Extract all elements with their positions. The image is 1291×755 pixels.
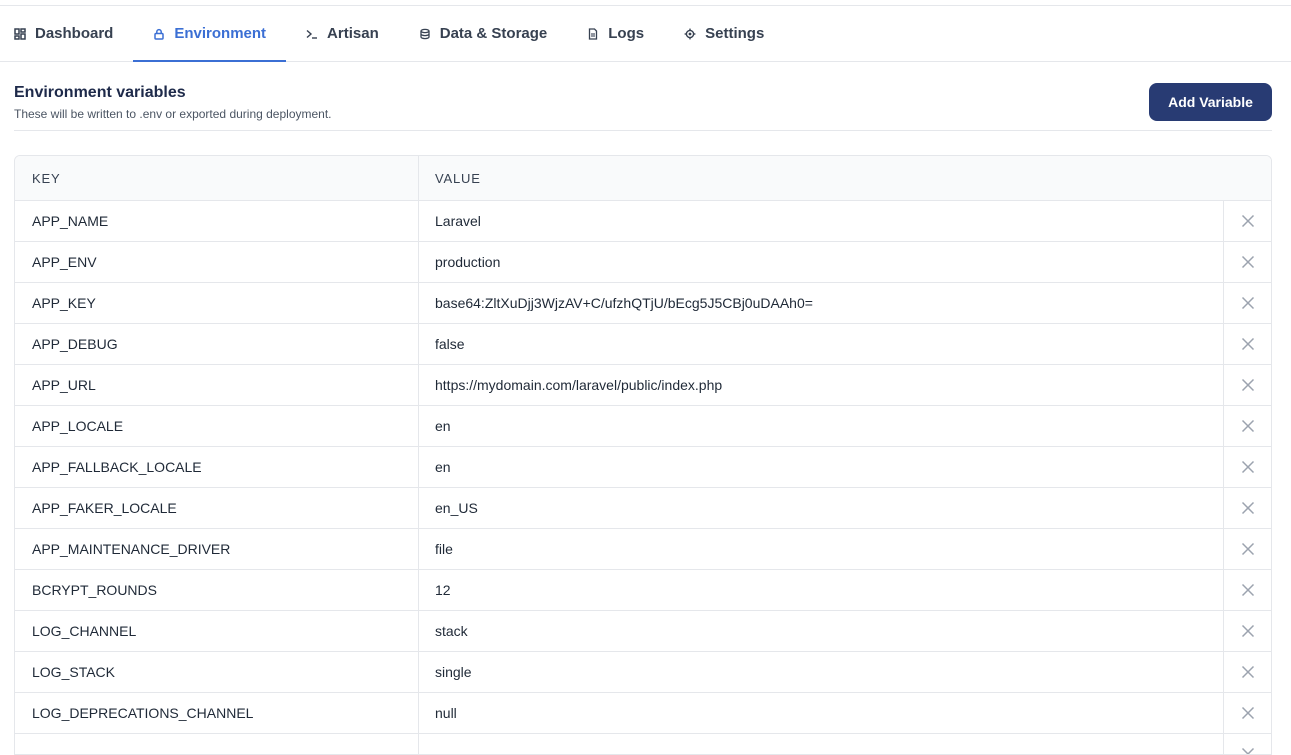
variable-key[interactable]: APP_NAME: [15, 201, 419, 241]
tab-environment-label: Environment: [174, 25, 266, 42]
row-actions: [1224, 693, 1271, 733]
gear-icon: [684, 28, 696, 40]
row-actions: [1224, 529, 1271, 569]
table-row: APP_URLhttps://mydomain.com/laravel/publ…: [15, 365, 1271, 406]
table-row: BCRYPT_ROUNDS12: [15, 570, 1271, 611]
variable-key[interactable]: APP_LOCALE: [15, 406, 419, 446]
row-actions: [1224, 406, 1271, 446]
row-actions: [1224, 652, 1271, 692]
document-icon: [587, 28, 599, 40]
variable-key[interactable]: LOG_STACK: [15, 652, 419, 692]
variable-value[interactable]: false: [419, 324, 1224, 364]
variable-value[interactable]: https://mydomain.com/laravel/public/inde…: [419, 365, 1224, 405]
variable-key[interactable]: LOG_CHANNEL: [15, 611, 419, 651]
variable-key[interactable]: APP_DEBUG: [15, 324, 419, 364]
column-header-value: VALUE: [419, 156, 1224, 200]
delete-variable-icon[interactable]: [1241, 706, 1255, 720]
row-actions: [1224, 447, 1271, 487]
variable-key[interactable]: APP_FAKER_LOCALE: [15, 488, 419, 528]
variable-value[interactable]: base64:ZltXuDjj3WjzAV+C/ufzhQTjU/bEcg5J5…: [419, 283, 1224, 323]
delete-variable-icon[interactable]: [1241, 624, 1255, 638]
tab-dashboard[interactable]: Dashboard: [14, 6, 133, 61]
env-variables-table: KEY VALUE APP_NAMELaravelAPP_ENVproducti…: [14, 155, 1272, 755]
table-row: APP_MAINTENANCE_DRIVERfile: [15, 529, 1271, 570]
row-actions: [1224, 242, 1271, 282]
row-actions: [1224, 365, 1271, 405]
table-row: LOG_DEPRECATIONS_CHANNELnull: [15, 693, 1271, 734]
delete-variable-icon[interactable]: [1241, 378, 1255, 392]
variable-value[interactable]: null: [419, 693, 1224, 733]
row-actions: [1224, 488, 1271, 528]
tab-settings-label: Settings: [705, 25, 764, 42]
row-actions: [1224, 283, 1271, 323]
variable-key[interactable]: [15, 734, 419, 755]
dashboard-icon: [14, 28, 26, 40]
table-row: APP_NAMELaravel: [15, 201, 1271, 242]
variable-value[interactable]: en: [419, 406, 1224, 446]
delete-variable-icon[interactable]: [1241, 337, 1255, 351]
tab-settings[interactable]: Settings: [664, 6, 784, 61]
variable-value[interactable]: [419, 734, 1224, 755]
variable-key[interactable]: APP_MAINTENANCE_DRIVER: [15, 529, 419, 569]
delete-variable-icon[interactable]: [1241, 665, 1255, 679]
table-row: APP_KEYbase64:ZltXuDjj3WjzAV+C/ufzhQTjU/…: [15, 283, 1271, 324]
tab-data-storage-label: Data & Storage: [440, 25, 548, 42]
add-variable-button[interactable]: Add Variable: [1149, 83, 1272, 121]
table-row: APP_DEBUGfalse: [15, 324, 1271, 365]
variable-key[interactable]: APP_ENV: [15, 242, 419, 282]
tab-artisan-label: Artisan: [327, 25, 379, 42]
table-header: KEY VALUE: [15, 156, 1271, 201]
variable-value[interactable]: stack: [419, 611, 1224, 651]
table-row: [15, 734, 1271, 755]
page-subtitle: These will be written to .env or exporte…: [14, 107, 332, 121]
table-row: LOG_CHANNELstack: [15, 611, 1271, 652]
table-row: APP_LOCALEen: [15, 406, 1271, 447]
row-actions: [1224, 201, 1271, 241]
row-actions: [1224, 570, 1271, 610]
row-actions: [1224, 611, 1271, 651]
table-row: LOG_STACKsingle: [15, 652, 1271, 693]
variable-value[interactable]: single: [419, 652, 1224, 692]
database-icon: [419, 28, 431, 40]
table-row: APP_ENVproduction: [15, 242, 1271, 283]
delete-variable-icon[interactable]: [1241, 214, 1255, 228]
variable-value[interactable]: en_US: [419, 488, 1224, 528]
section-header: Environment variables These will be writ…: [14, 62, 1272, 131]
tab-logs[interactable]: Logs: [567, 6, 664, 61]
row-actions: [1224, 734, 1271, 755]
variable-key[interactable]: BCRYPT_ROUNDS: [15, 570, 419, 610]
delete-variable-icon[interactable]: [1241, 460, 1255, 474]
delete-variable-icon[interactable]: [1241, 255, 1255, 269]
variable-key[interactable]: APP_URL: [15, 365, 419, 405]
variable-value[interactable]: en: [419, 447, 1224, 487]
variable-value[interactable]: 12: [419, 570, 1224, 610]
table-body: APP_NAMELaravelAPP_ENVproductionAPP_KEYb…: [15, 201, 1271, 755]
variable-value[interactable]: file: [419, 529, 1224, 569]
variable-key[interactable]: APP_KEY: [15, 283, 419, 323]
tab-dashboard-label: Dashboard: [35, 25, 113, 42]
terminal-icon: [306, 28, 318, 40]
lock-icon: [153, 28, 165, 40]
row-actions: [1224, 324, 1271, 364]
delete-variable-icon[interactable]: [1241, 296, 1255, 310]
delete-variable-icon[interactable]: [1241, 583, 1255, 597]
tab-data-storage[interactable]: Data & Storage: [399, 6, 568, 61]
variable-key[interactable]: APP_FALLBACK_LOCALE: [15, 447, 419, 487]
delete-variable-icon[interactable]: [1241, 501, 1255, 515]
delete-variable-icon[interactable]: [1241, 747, 1255, 755]
tab-logs-label: Logs: [608, 25, 644, 42]
tab-environment[interactable]: Environment: [133, 6, 286, 61]
column-header-key: KEY: [15, 156, 419, 200]
page-title: Environment variables: [14, 84, 186, 102]
variable-key[interactable]: LOG_DEPRECATIONS_CHANNEL: [15, 693, 419, 733]
table-row: APP_FALLBACK_LOCALEen: [15, 447, 1271, 488]
variable-value[interactable]: production: [419, 242, 1224, 282]
tab-bar: Dashboard Environment Artisan Data & Sto…: [0, 6, 1291, 62]
tab-artisan[interactable]: Artisan: [286, 6, 399, 61]
delete-variable-icon[interactable]: [1241, 419, 1255, 433]
column-header-actions: [1224, 156, 1271, 200]
table-row: APP_FAKER_LOCALEen_US: [15, 488, 1271, 529]
delete-variable-icon[interactable]: [1241, 542, 1255, 556]
variable-value[interactable]: Laravel: [419, 201, 1224, 241]
